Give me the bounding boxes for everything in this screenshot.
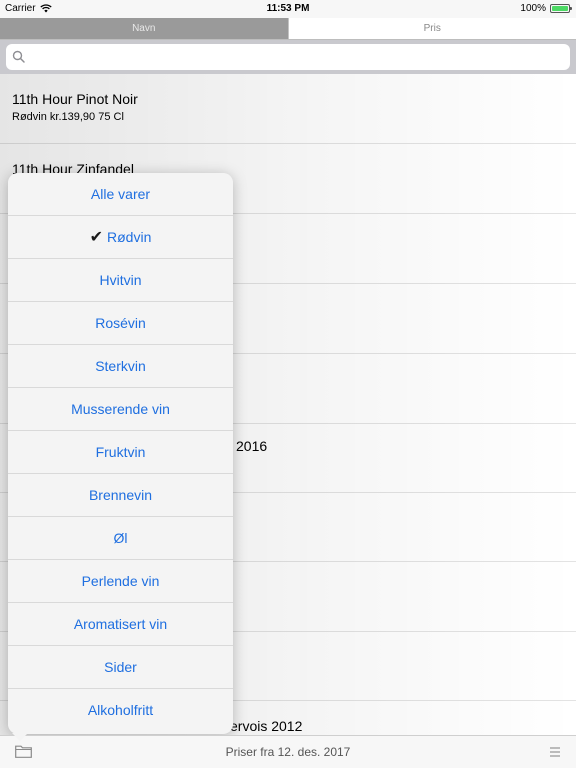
category-popover: Alle varer ✔ Rødvin Hvitvin Rosévin Sterk… bbox=[8, 173, 233, 734]
menu-item-aromatisert-vin[interactable]: Aromatisert vin bbox=[8, 603, 233, 646]
list-item-title: ervois 2012 bbox=[230, 718, 303, 734]
menu-item-musserende-vin[interactable]: Musserende vin bbox=[8, 388, 233, 431]
menu-item-perlende-vin[interactable]: Perlende vin bbox=[8, 560, 233, 603]
status-time: 11:53 PM bbox=[266, 3, 310, 14]
bottom-toolbar: Priser fra 12. des. 2017 bbox=[0, 735, 576, 768]
status-right: 100% bbox=[520, 3, 572, 14]
menu-item-sterkvin[interactable]: Sterkvin bbox=[8, 345, 233, 388]
battery-icon bbox=[550, 4, 572, 13]
menu-item-ol[interactable]: Øl bbox=[8, 517, 233, 560]
menu-item-brennevin[interactable]: Brennevin bbox=[8, 474, 233, 517]
menu-item-alle-varer[interactable]: Alle varer bbox=[8, 173, 233, 216]
search-input[interactable] bbox=[6, 44, 570, 70]
search-icon bbox=[12, 50, 25, 63]
list-item-title: 11th Hour Pinot Noir bbox=[12, 91, 138, 107]
menu-item-alkoholfritt[interactable]: Alkoholfritt bbox=[8, 689, 233, 732]
list-item[interactable]: 11th Hour Pinot Noir Rødvin kr.139,90 75… bbox=[0, 74, 576, 144]
menu-item-hvitvin[interactable]: Hvitvin bbox=[8, 259, 233, 302]
search-bar bbox=[0, 40, 576, 74]
battery-fill bbox=[552, 6, 568, 11]
menu-icon[interactable] bbox=[550, 747, 560, 757]
popover-arrow bbox=[12, 733, 28, 741]
price-date-label: Priser fra 12. des. 2017 bbox=[225, 745, 351, 759]
menu-item-fruktvin[interactable]: Fruktvin bbox=[8, 431, 233, 474]
checkmark-icon: ✔ bbox=[89, 229, 104, 246]
list-item-title: 2016 bbox=[236, 438, 268, 454]
status-bar: Carrier 11:53 PM 100% bbox=[0, 0, 576, 18]
tab-pris[interactable]: Pris bbox=[287, 18, 576, 39]
menu-item-rosevin[interactable]: Rosévin bbox=[8, 302, 233, 345]
menu-item-sider[interactable]: Sider bbox=[8, 646, 233, 689]
list-item-subtitle: Rødvin kr.139,90 75 Cl bbox=[12, 111, 124, 123]
battery-percent: 100% bbox=[520, 3, 546, 14]
sort-segmented-control: Navn Pris bbox=[0, 18, 576, 40]
menu-item-rodvin[interactable]: ✔ Rødvin bbox=[8, 216, 233, 259]
tab-navn[interactable]: Navn bbox=[0, 18, 288, 39]
